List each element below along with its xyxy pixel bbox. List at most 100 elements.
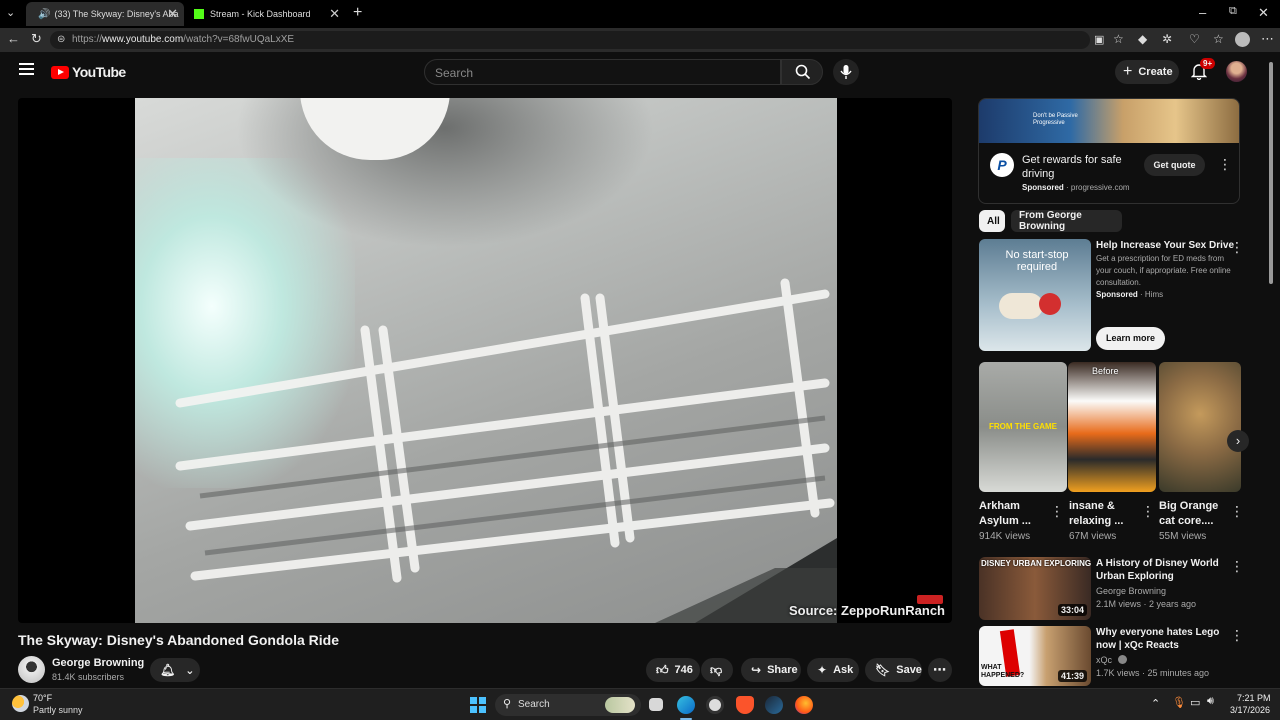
save-button[interactable]: 🔖︎ Save [865,658,922,682]
site-info-icon[interactable]: ⊜ [57,34,65,45]
reader-view-icon[interactable]: ▣ [1094,33,1104,46]
browser-essentials-icon[interactable]: ♡ [1189,32,1200,46]
restore-icon[interactable]: ⧉ [1229,5,1237,18]
subscribed-notifications-button[interactable]: 🔔︎ ⌄ [150,658,200,682]
favorite-star-icon[interactable]: ☆ [1113,32,1124,46]
sparkle-icon: ✦ [817,663,828,677]
recommended-thumbnail[interactable]: DISNEY URBAN EXPLORING 33:04 [979,557,1091,620]
obs-icon[interactable] [706,696,724,714]
weather-icon[interactable] [12,695,29,712]
short-more-icon[interactable]: ⋮ [1230,504,1244,518]
channel-name[interactable]: George Browning [52,657,144,669]
ad-card[interactable]: Don't be Passive Progressive P Get rewar… [978,98,1240,204]
video-player[interactable]: Source: ZeppoRunRanch [18,98,952,623]
more-menu-icon[interactable]: ⋯ [1261,31,1274,47]
short-more-icon[interactable]: ⋮ [1141,504,1155,518]
tab-kick[interactable]: Stream - Kick Dashboard ✕ [186,2,346,26]
profile-avatar[interactable] [1235,32,1250,47]
volume-icon[interactable]: 🔊︎ [1207,695,1214,708]
ad-domain: progressive.com [1070,183,1130,192]
shorts-next-button[interactable]: › [1227,430,1249,452]
short-title[interactable]: Big Orange cat core.... [1159,499,1221,529]
tab-youtube[interactable]: 🔊 (33) The Skyway: Disney's Aba ✕ [26,2,184,26]
voice-search-button[interactable] [833,59,859,85]
chip-all[interactable]: All [979,210,1005,232]
channel-avatar[interactable] [18,656,45,683]
short-title[interactable]: Arkham Asylum ... [979,499,1041,529]
windows-start-icon[interactable] [470,697,486,713]
ask-button[interactable]: ✦ Ask [807,658,859,682]
collections-icon[interactable]: ☆ [1213,32,1224,46]
promo-sponsored-label: Sponsored [1096,290,1138,299]
video-title: The Skyway: Disney's Abandoned Gondola R… [18,632,339,648]
recommended-title[interactable]: Why everyone hates Lego now | xQc Reacts [1096,626,1232,652]
firefox-icon[interactable] [795,696,813,714]
account-avatar[interactable] [1226,61,1247,82]
promo-more-icon[interactable]: ⋮ [1230,240,1244,254]
create-button[interactable]: + Create [1115,60,1179,84]
search-button[interactable] [781,59,823,85]
recommended-more-icon[interactable]: ⋮ [1230,628,1244,642]
bookmark-icon: 🔖︎ [875,663,891,677]
extension-diamond-icon[interactable]: ◆ [1138,32,1147,46]
search-icon [795,64,811,80]
recommended-channel[interactable]: George Browning [1096,586,1166,596]
promo-thumbnail[interactable]: No start-stop required [979,239,1091,351]
youtube-header: YouTube Search + Create 9+ [0,52,1280,92]
share-button[interactable]: ↪ Share [741,658,801,682]
recommended-more-icon[interactable]: ⋮ [1230,559,1244,573]
kick-favicon-icon [194,9,204,19]
minimize-icon[interactable]: – [1199,5,1206,20]
brave-browser-icon[interactable] [736,696,754,714]
video-frame [135,98,837,623]
new-tab-icon[interactable]: + [353,4,362,22]
ad-sponsored-label: Sponsored [1022,183,1064,192]
short-views: 55M views [1159,531,1207,542]
clock-date[interactable]: 3/17/2026 [1230,705,1270,715]
audio-icon[interactable]: 🔊 [38,9,50,20]
more-actions-button[interactable]: ⋯ [928,658,952,682]
short-thumbnail-3[interactable] [1159,362,1241,492]
edge-browser-icon[interactable] [677,696,695,714]
extensions-puzzle-icon[interactable]: ✲ [1162,32,1172,46]
close-tab-icon[interactable]: ✕ [329,6,340,22]
short-thumbnail-2[interactable]: Before [1068,362,1156,492]
short-thumbnail-1[interactable]: FROM THE GAME [979,362,1067,492]
recommended-channel[interactable]: xQc [1096,655,1112,665]
share-label: Share [767,664,798,676]
tab-list-chevron-icon[interactable]: ⌄ [6,6,15,19]
short-more-icon[interactable]: ⋮ [1050,504,1064,518]
youtube-logo[interactable]: YouTube [51,64,126,80]
ad-banner-image: Don't be Passive Progressive [979,99,1239,143]
url-path: /watch?v=68fwUQaLxXE [183,34,295,45]
refresh-icon[interactable]: ↻ [31,31,42,47]
notifications-button[interactable]: 9+ [1190,58,1216,81]
ad-more-icon[interactable]: ⋮ [1218,157,1232,171]
address-bar[interactable]: ⊜ https://www.youtube.com/watch?v=68fwUQ… [50,31,1090,49]
task-view-icon[interactable] [649,698,663,711]
promo-title[interactable]: Help Increase Your Sex Drive [1096,240,1234,251]
ad-title[interactable]: Get rewards for safe driving [1022,153,1134,181]
weather-temperature[interactable]: 70°F [33,693,52,703]
taskbar-search[interactable]: ⚲ Search [495,694,641,716]
clock-time[interactable]: 7:21 PM [1237,693,1271,703]
recommended-title[interactable]: A History of Disney World Urban Explorin… [1096,557,1232,583]
steam-icon[interactable] [765,696,783,714]
tray-microphone-icon[interactable]: 🎙︎ [1172,696,1186,709]
youtube-play-icon [51,65,69,79]
network-icon[interactable]: ▭ [1190,696,1200,709]
hamburger-menu-icon[interactable] [19,63,34,75]
search-input[interactable]: Search [424,59,781,85]
dislike-button[interactable]: 👎︎ [701,658,733,682]
recommended-thumbnail[interactable]: WHAT HAPPENED? 41:39 [979,626,1091,686]
get-quote-button[interactable]: Get quote [1144,154,1205,176]
back-icon[interactable]: ← [7,31,20,46]
close-tab-icon[interactable]: ✕ [167,6,178,22]
tray-overflow-icon[interactable]: ⌃ [1151,697,1160,710]
like-button[interactable]: 👍︎ 746 [646,658,700,682]
close-window-icon[interactable]: ✕ [1258,5,1269,21]
learn-more-button[interactable]: Learn more [1096,327,1165,350]
page-scrollbar[interactable] [1268,62,1274,662]
chip-from-channel[interactable]: From George Browning [1011,210,1122,232]
short-title[interactable]: insane & relaxing ... [1069,499,1131,529]
